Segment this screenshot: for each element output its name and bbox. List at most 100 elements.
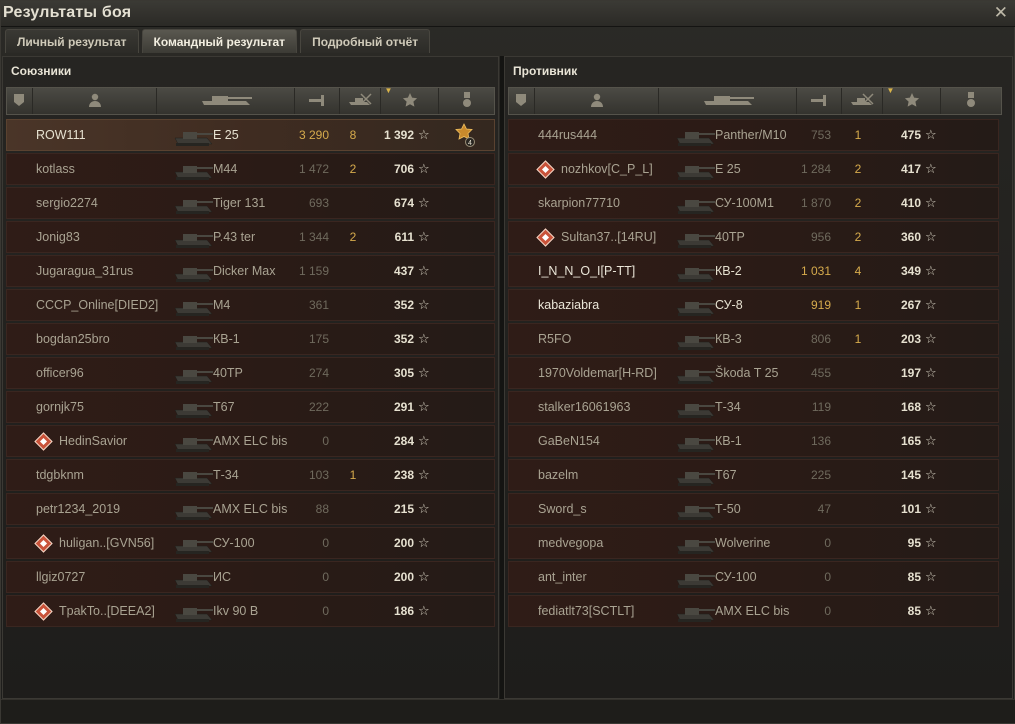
player-row[interactable]: kotlass M44 1 472 2 706 ☆: [6, 153, 495, 185]
player-name: huligan..[GVN56]: [59, 536, 155, 550]
player-row[interactable]: petr1234_2019 AMX ELC bis 88 215 ☆: [6, 493, 495, 525]
xp-star-icon: ☆: [418, 535, 430, 550]
player-row[interactable]: bogdan25bro КВ-1 175 352 ☆: [6, 323, 495, 355]
tank-silhouette-icon: [171, 156, 215, 183]
player-row[interactable]: sergio2274 Tiger 131 693 674 ☆: [6, 187, 495, 219]
damage-value: 47: [817, 502, 831, 516]
damage-value: 175: [308, 332, 329, 346]
xp-value: 305: [393, 366, 414, 380]
tank-icon: [198, 93, 254, 110]
damage-column-header[interactable]: [797, 88, 842, 114]
medal-column-header[interactable]: [439, 88, 494, 114]
xp-value: 95: [907, 536, 921, 550]
damage-value: 753: [810, 128, 831, 142]
xp-star-icon: ☆: [418, 161, 430, 176]
damage-value: 0: [322, 604, 329, 618]
frags-column-header[interactable]: [340, 88, 382, 114]
xp-value: 238: [393, 468, 414, 482]
medal-column-header[interactable]: [941, 88, 1001, 114]
player-row[interactable]: Jonig83 P.43 ter 1 344 2 611 ☆: [6, 221, 495, 253]
xp-value: 101: [900, 502, 921, 516]
enemies-panel: Противник ▼ 444rus444 Panther/M10 753 1 475 ☆…: [504, 56, 1013, 699]
player-name: TpakTo..[DEEA2]: [59, 604, 155, 618]
tank-column-header[interactable]: [659, 88, 797, 114]
xp-star-icon: ☆: [418, 365, 430, 380]
player-name: medvegopa: [538, 536, 604, 550]
player-row[interactable]: Sultan37..[14RU] 40TP 956 2 360 ☆: [508, 221, 999, 253]
player-row[interactable]: fediatlt73[SCTLT] AMX ELC bis 0 85 ☆: [508, 595, 999, 627]
damage-value: 1 284: [800, 162, 831, 176]
player-row[interactable]: kabaziabra СУ-8 919 1 267 ☆: [508, 289, 999, 321]
player-row[interactable]: skarpion77710 СУ-100М1 1 870 2 410 ☆: [508, 187, 999, 219]
platoon-column-header[interactable]: [509, 88, 535, 114]
player-row[interactable]: nozhkov[C_P_L] E 25 1 284 2 417 ☆: [508, 153, 999, 185]
xp-value: 203: [900, 332, 921, 346]
vehicle-name: СУ-8: [715, 298, 743, 312]
damage-value: 136: [810, 434, 831, 448]
player-row[interactable]: huligan..[GVN56] СУ-100 0 200 ☆: [6, 527, 495, 559]
tank-silhouette-icon: [171, 530, 215, 557]
xp-star-icon: ☆: [925, 535, 937, 550]
player-row[interactable]: Sword_s Т-50 47 101 ☆: [508, 493, 999, 525]
player-row[interactable]: Jugaragua_31rus Dicker Max 1 159 437 ☆: [6, 255, 495, 287]
player-row[interactable]: 1970Voldemar[H-RD] Škoda T 25 455 197 ☆: [508, 357, 999, 389]
damage-value: 361: [308, 298, 329, 312]
xp-star-column-header[interactable]: ▼: [883, 86, 942, 114]
vehicle-name: Т-34: [213, 468, 239, 482]
tab-detailed[interactable]: Подробный отчёт: [300, 29, 431, 53]
damage-value: 0: [824, 570, 831, 584]
xp-star-icon: ☆: [925, 263, 937, 278]
player-name: Jugaragua_31rus: [36, 264, 134, 278]
player-name: officer96: [36, 366, 84, 380]
damage-value: 274: [308, 366, 329, 380]
close-icon[interactable]: ✕: [994, 3, 1008, 23]
damage-column-header[interactable]: [295, 88, 340, 114]
title-bar[interactable]: Результаты боя ✕: [1, 1, 1015, 27]
platoon-column-header[interactable]: [7, 88, 33, 114]
player-name: 1970Voldemar[H-RD]: [538, 366, 657, 380]
svg-text:4: 4: [468, 140, 472, 147]
vehicle-name: Dicker Max: [213, 264, 276, 278]
damage-value: 222: [308, 400, 329, 414]
tab-personal[interactable]: Личный результат: [5, 29, 139, 53]
player-row[interactable]: TpakTo..[DEEA2] Ikv 90 B 0 186 ☆: [6, 595, 495, 627]
vehicle-name: Tiger 131: [213, 196, 266, 210]
sort-indicator-icon: ▼: [384, 86, 393, 95]
player-row[interactable]: officer96 40TP 274 305 ☆: [6, 357, 495, 389]
xp-value: 352: [393, 332, 414, 346]
player-row[interactable]: 444rus444 Panther/M10 753 1 475 ☆: [508, 119, 999, 151]
player-row[interactable]: R5FO КВ-3 806 1 203 ☆: [508, 323, 999, 355]
achievement-medal-icon[interactable]: 4: [453, 123, 475, 147]
player-row[interactable]: CCCP_Online[DIED2] M4 361 352 ☆: [6, 289, 495, 321]
xp-value: 674: [393, 196, 414, 210]
player-row[interactable]: I_N_N_O_I[P-TT] КВ-2 1 031 4 349 ☆: [508, 255, 999, 287]
player-row[interactable]: ROW111 E 25 3 290 8 1 392 ☆ 4: [6, 119, 495, 151]
player-row[interactable]: gornjk75 T67 222 291 ☆: [6, 391, 495, 423]
frags-value: 2: [349, 230, 357, 244]
xp-star-icon: ☆: [418, 433, 430, 448]
player-row[interactable]: HedinSavior AMX ELC bis 0 284 ☆: [6, 425, 495, 457]
player-row[interactable]: GaBeN154 КВ-1 136 165 ☆: [508, 425, 999, 457]
player-name: gornjk75: [36, 400, 84, 414]
player-column-header[interactable]: [535, 88, 660, 114]
player-row[interactable]: tdgbknm Т-34 103 1 238 ☆: [6, 459, 495, 491]
xp-star-icon: ☆: [925, 569, 937, 584]
tab-team[interactable]: Командный результат: [141, 29, 298, 53]
player-row[interactable]: llgiz0727 ИС 0 200 ☆: [6, 561, 495, 593]
player-row[interactable]: ant_inter СУ-100 0 85 ☆: [508, 561, 999, 593]
tank-column-header[interactable]: [157, 88, 295, 114]
window-title: Результаты боя: [3, 4, 132, 21]
player-column-header[interactable]: [33, 88, 158, 114]
damage-value: 919: [810, 298, 831, 312]
tab-bar: Личный результат Командный результат Под…: [5, 29, 431, 53]
xp-star-column-header[interactable]: ▼: [381, 86, 440, 114]
player-row[interactable]: bazelm T67 225 145 ☆: [508, 459, 999, 491]
xp-value: 475: [900, 128, 921, 142]
tank-silhouette-icon: [171, 394, 215, 421]
player-row[interactable]: medvegopa Wolverine 0 95 ☆: [508, 527, 999, 559]
xp-star-icon: ☆: [925, 603, 937, 618]
frags-column-header[interactable]: [842, 88, 884, 114]
player-name: llgiz0727: [36, 570, 86, 584]
player-row[interactable]: stalker16061963 Т-34 119 168 ☆: [508, 391, 999, 423]
allies-panel: Союзники ▼ ROW111 E 25 3 290 8 1 392 ☆ 4 kotlas…: [2, 56, 499, 699]
